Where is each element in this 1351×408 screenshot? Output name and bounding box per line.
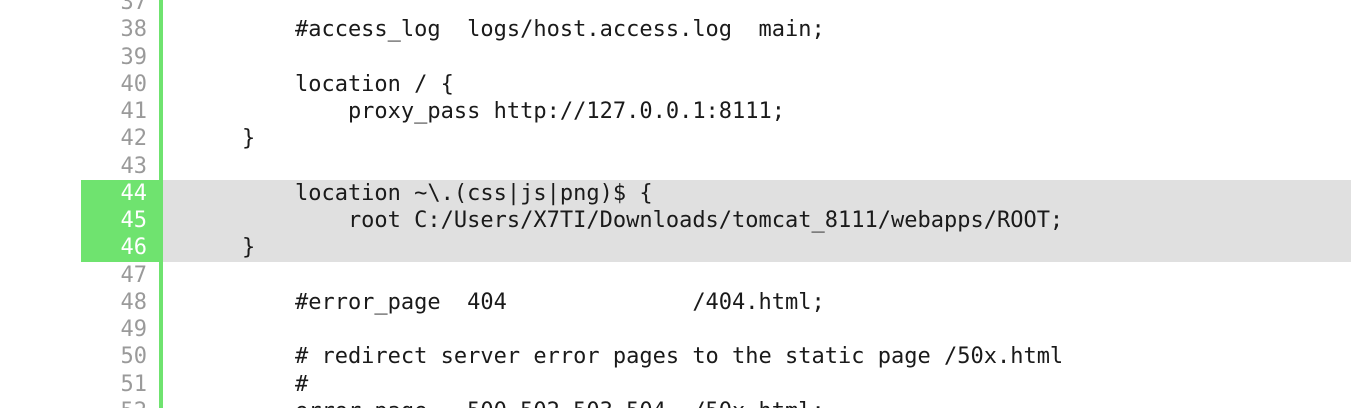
code-line[interactable]: 38 #access_log logs/host.access.log main…	[0, 16, 1351, 43]
highlighted-code-line[interactable]: 44 location ~\.(css|js|png)$ {	[0, 179, 1351, 207]
code-line[interactable]: 51 #	[0, 371, 1351, 398]
line-number: 48	[120, 289, 148, 315]
code-lines: 37 38 #access_log logs/host.access.log ma…	[0, 0, 1351, 408]
code-line[interactable]: 50 # redirect server error pages to the …	[0, 343, 1351, 370]
code-line[interactable]: 47	[0, 262, 1351, 289]
code-line[interactable]: 48 #error_page 404 /404.html;	[0, 289, 1351, 316]
line-text: root C:/Users/X7TI/Downloads/tomcat_8111…	[163, 207, 1351, 235]
line-text	[163, 262, 1351, 289]
line-text: #error_page 404 /404.html;	[189, 289, 825, 315]
highlighted-code-line[interactable]: 45 root C:/Users/X7TI/Downloads/tomcat_8…	[0, 207, 1351, 235]
line-text: #access_log logs/host.access.log main;	[189, 17, 825, 43]
line-number: 51	[120, 371, 148, 397]
code-line[interactable]: 41 proxy_pass http://127.0.0.1:8111;	[0, 98, 1351, 125]
line-text: }	[189, 126, 256, 152]
line-text: location ~\.(css|js|png)$ {	[163, 179, 1351, 207]
highlighted-code-line[interactable]: 46 }	[0, 234, 1351, 262]
code-line[interactable]: 49	[0, 316, 1351, 343]
line-number: 47	[120, 262, 148, 288]
line-number: 39	[120, 44, 148, 70]
line-number: 49	[120, 317, 148, 342]
code-line[interactable]: 40 location / {	[0, 71, 1351, 98]
code-line[interactable]: 42 }	[0, 125, 1351, 152]
line-number: 52	[81, 398, 159, 408]
code-editor[interactable]: 37 38 #access_log logs/host.access.log ma…	[0, 0, 1351, 408]
line-number: 50	[120, 344, 148, 370]
line-text	[163, 316, 1351, 343]
line-text: # redirect server error pages to the sta…	[189, 344, 1064, 370]
line-number: 37	[120, 0, 148, 15]
line-text	[163, 153, 1351, 180]
code-line[interactable]: 43	[0, 153, 1351, 180]
line-text: location / {	[189, 71, 454, 97]
line-number: 43	[120, 153, 148, 179]
line-number: 46	[81, 234, 159, 262]
line-text	[163, 0, 1351, 16]
line-text: proxy_pass http://127.0.0.1:8111;	[189, 99, 786, 124]
code-line[interactable]: 39	[0, 44, 1351, 71]
line-number: 41	[120, 99, 148, 124]
line-text: }	[163, 234, 1351, 262]
line-text: #	[189, 371, 309, 397]
code-line[interactable]: 52 error_page 500 502 503 504 /50x.html;	[0, 398, 1351, 408]
line-number: 44	[81, 179, 159, 207]
line-number: 45	[81, 207, 159, 235]
line-number: 38	[120, 17, 148, 43]
line-number: 40	[120, 71, 148, 97]
line-number: 42	[120, 126, 148, 152]
line-text: error_page 500 502 503 504 /50x.html;	[163, 398, 1351, 408]
line-text	[163, 44, 1351, 71]
code-line[interactable]: 37	[0, 0, 1351, 16]
